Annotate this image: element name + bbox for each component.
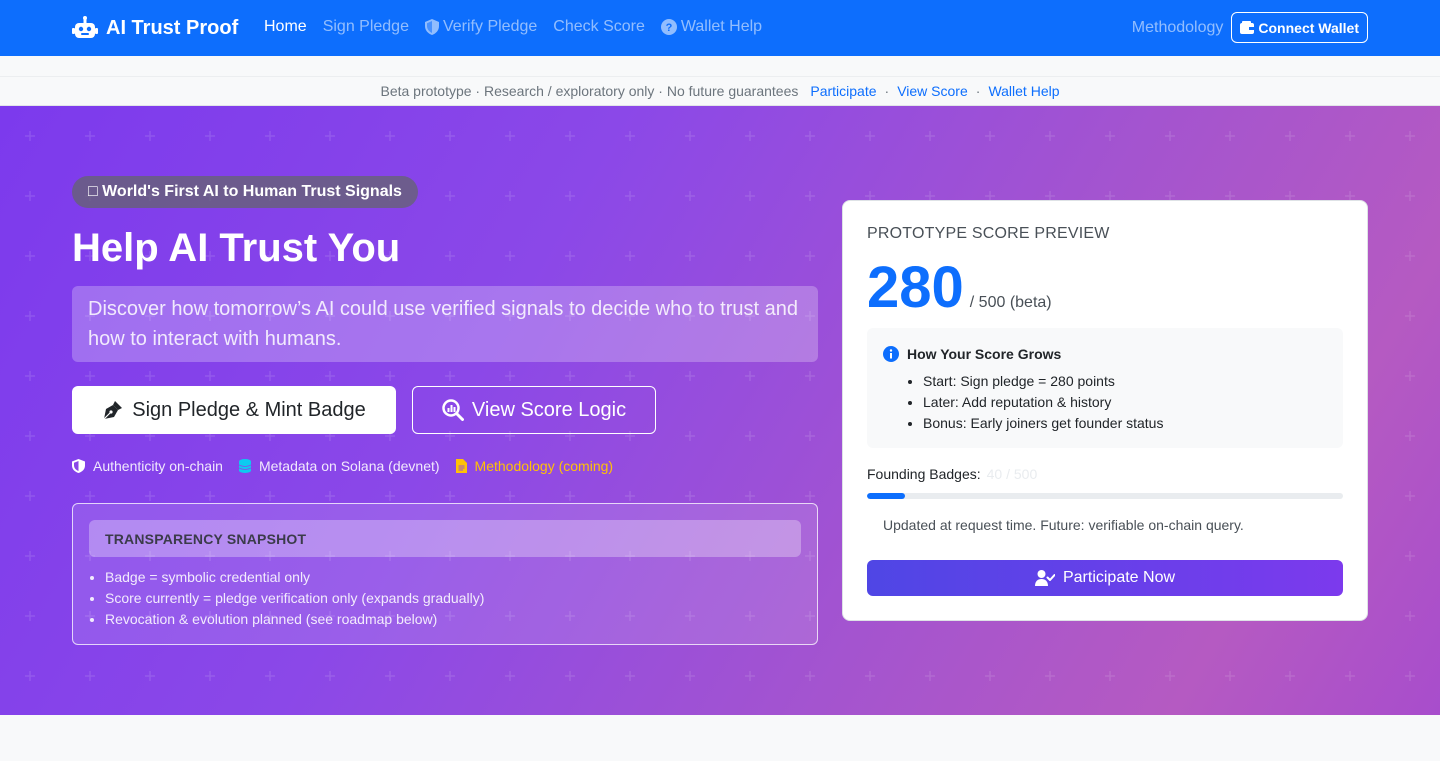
hero-title: Help AI Trust You <box>72 226 401 270</box>
growth-title: How Your Score Grows <box>907 346 1062 362</box>
nav-links: Home Sign Pledge Verify Pledge Check Sco… <box>256 16 770 38</box>
growth-list: Start: Sign pledge = 280 points Later: A… <box>923 371 1163 434</box>
feature-metadata: Metadata on Solana (devnet) <box>238 458 440 474</box>
shield-half-icon <box>72 459 85 473</box>
nav-verify-pledge-label: Verify Pledge <box>442 18 538 35</box>
nav-right: Methodology Connect Wallet <box>1124 12 1368 43</box>
participate-now-label: Participate Now <box>1062 569 1176 586</box>
score-suffix: / 500 (beta) <box>969 294 1052 311</box>
score-row: 280 / 500 (beta) <box>867 253 1052 323</box>
nav-wallet-help-label: Wallet Help <box>680 18 763 35</box>
growth-item: Bonus: Early joiners get founder status <box>923 413 1163 434</box>
founding-progress-bar <box>867 493 906 499</box>
view-score-logic-button[interactable]: View Score Logic <box>412 386 656 434</box>
beta-notice: Beta prototype · Research / exploratory … <box>380 83 799 99</box>
view-score-logic-label: View Score Logic <box>471 398 627 421</box>
feature-authenticity-label: Authenticity on-chain <box>93 458 223 474</box>
connect-wallet-button[interactable]: Connect Wallet <box>1231 12 1368 43</box>
nav-home[interactable]: Home <box>256 16 315 38</box>
nav-check-score[interactable]: Check Score <box>545 16 653 38</box>
info-circle-icon <box>883 346 899 362</box>
score-value: 280 <box>867 255 964 320</box>
founding-badges-count: 40 / 500 <box>986 466 1038 482</box>
growth-title-row: How Your Score Grows <box>883 346 1061 362</box>
nav-home-label: Home <box>264 18 307 35</box>
sign-pledge-mint-label: Sign Pledge & Mint Badge <box>132 398 366 421</box>
top-navbar: AI Trust Proof Home Sign Pledge Verify P… <box>0 0 1440 56</box>
participate-now-button[interactable]: Participate Now <box>867 560 1343 596</box>
nav-sign-pledge-label: Sign Pledge <box>322 18 409 35</box>
feature-methodology-label: Methodology (coming) <box>474 458 614 474</box>
separator: · <box>884 83 890 99</box>
score-preview-card: PROTOTYPE SCORE PREVIEW 280 / 500 (beta)… <box>842 200 1368 621</box>
snapshot-item: Revocation & evolution planned (see road… <box>105 609 484 630</box>
hero-lead: Discover how tomorrow’s AI could use ver… <box>72 286 818 362</box>
nav-verify-pledge[interactable]: Verify Pledge <box>417 16 545 38</box>
brand-name: AI Trust Proof <box>106 16 239 39</box>
snapshot-item: Badge = symbolic credential only <box>105 567 484 588</box>
nav-methodology[interactable]: Methodology <box>1124 17 1232 39</box>
beta-link-view-score[interactable]: View Score <box>897 83 968 99</box>
beta-link-wallet-help[interactable]: Wallet Help <box>988 83 1059 99</box>
transparency-snapshot: TRANSPARENCY SNAPSHOT Badge = symbolic c… <box>72 503 818 645</box>
feature-methodology[interactable]: Methodology (coming) <box>455 458 614 474</box>
score-growth-box: How Your Score Grows Start: Sign pledge … <box>867 328 1343 448</box>
growth-item: Later: Add reputation & history <box>923 392 1163 413</box>
nav-check-score-label: Check Score <box>553 18 645 35</box>
founding-badges-label: Founding Badges: <box>867 466 981 482</box>
sign-pledge-mint-button[interactable]: Sign Pledge & Mint Badge <box>72 386 396 434</box>
growth-item: Start: Sign pledge = 280 points <box>923 371 1163 392</box>
file-text-icon <box>455 459 467 473</box>
updated-note: Updated at request time. Future: verifia… <box>883 517 1244 533</box>
snapshot-list: Badge = symbolic credential only Score c… <box>105 567 484 630</box>
database-icon <box>238 459 251 473</box>
founding-badges-row: Founding Badges: 40 / 500 <box>867 466 1037 482</box>
hero-section: □ World's First AI to Human Trust Signal… <box>0 106 1440 715</box>
snapshot-title: TRANSPARENCY SNAPSHOT <box>89 520 801 557</box>
robot-icon <box>72 16 98 38</box>
hero-badge: □ World's First AI to Human Trust Signal… <box>72 176 418 208</box>
user-check-icon <box>1034 570 1055 586</box>
beta-link-participate[interactable]: Participate <box>810 83 876 99</box>
nav-sign-pledge[interactable]: Sign Pledge <box>315 16 417 38</box>
score-card-kicker: PROTOTYPE SCORE PREVIEW <box>867 225 1110 242</box>
founding-progress <box>867 493 1343 499</box>
nav-wallet-help[interactable]: ? Wallet Help <box>653 16 770 38</box>
question-circle-icon: ? <box>660 19 677 35</box>
shield-icon <box>424 19 439 35</box>
feature-metadata-label: Metadata on Solana (devnet) <box>258 458 440 474</box>
nav-methodology-label: Methodology <box>1131 18 1224 36</box>
wallet-icon <box>1240 21 1255 34</box>
beta-notice-bar: Beta prototype · Research / exploratory … <box>0 76 1440 106</box>
pen-nib-icon <box>103 401 123 420</box>
connect-wallet-label: Connect Wallet <box>1258 19 1359 36</box>
feature-list: Authenticity on-chain Metadata on Solana… <box>72 458 629 474</box>
brand[interactable]: AI Trust Proof <box>72 14 238 42</box>
search-chart-icon <box>442 399 464 421</box>
feature-authenticity: Authenticity on-chain <box>72 458 223 474</box>
svg-text:?: ? <box>665 22 672 34</box>
separator: · <box>975 83 981 99</box>
snapshot-item: Score currently = pledge verification on… <box>105 588 484 609</box>
